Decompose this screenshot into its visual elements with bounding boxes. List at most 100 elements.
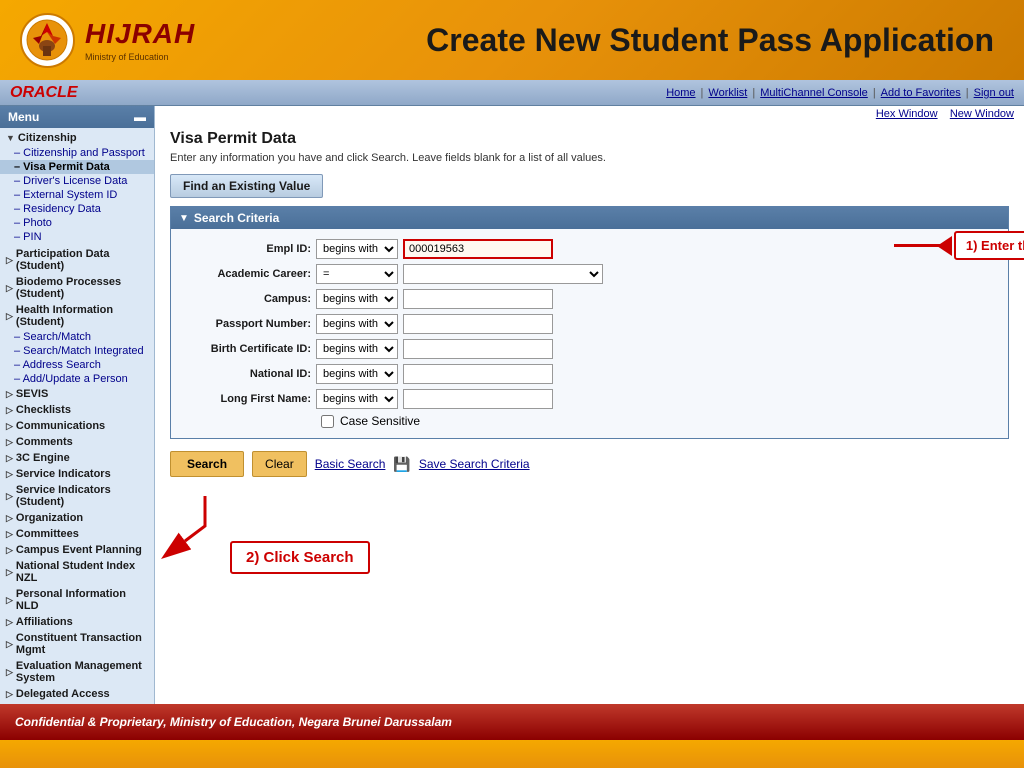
basic-search-link[interactable]: Basic Search (315, 457, 386, 471)
sidebar-item-notifications[interactable]: Notifications (0, 702, 154, 704)
hex-window-link[interactable]: Hex Window (876, 108, 938, 120)
sidebar-item-residency[interactable]: – Residency Data (0, 202, 154, 216)
expand-sevis-icon: ▷ (6, 389, 13, 400)
sidebar-item-drivers-license[interactable]: – Driver's License Data (0, 174, 154, 188)
sidebar-collapse-icon[interactable]: ▬ (134, 110, 146, 124)
sidebar: Menu ▬ ▼ Citizenship – Citizenship and P… (0, 106, 155, 704)
sidebar-item-comments[interactable]: ▷ Comments (0, 434, 154, 450)
callout-1-container: 1) Enter the Student ID (894, 231, 1024, 260)
expand-checklists-icon: ▷ (6, 405, 13, 416)
long-first-name-operator[interactable]: begins with = (316, 389, 398, 409)
academic-career-value[interactable] (403, 264, 603, 284)
sidebar-item-organization[interactable]: ▷ Organization (0, 510, 154, 526)
sidebar-item-citizenship[interactable]: ▼ Citizenship (0, 130, 154, 146)
sidebar-item-committees[interactable]: ▷ Committees (0, 526, 154, 542)
campus-label: Campus: (181, 293, 311, 305)
collapse-triangle-icon[interactable]: ▼ (179, 213, 189, 224)
campus-operator[interactable]: begins with = (316, 289, 398, 309)
expand-affiliations-icon: ▷ (6, 617, 13, 628)
sidebar-item-service-indicators-student[interactable]: ▷ Service Indicators (Student) (0, 482, 154, 510)
page-title: Visa Permit Data (170, 130, 1009, 148)
sidebar-item-external-system[interactable]: – External System ID (0, 188, 154, 202)
content-area: Hex Window New Window Visa Permit Data E… (155, 106, 1024, 704)
sidebar-item-address-search[interactable]: – Address Search (0, 358, 154, 372)
sidebar-item-campus-event[interactable]: ▷ Campus Event Planning (0, 542, 154, 558)
clear-button[interactable]: Clear (252, 451, 307, 477)
bottom-text: Confidential & Proprietary, Ministry of … (15, 715, 452, 729)
search-criteria-body: Empl ID: begins with = contains (171, 229, 1008, 438)
sidebar-item-search-match-integrated[interactable]: – Search/Match Integrated (0, 344, 154, 358)
sidebar-item-personal-info-nld[interactable]: ▷ Personal Information NLD (0, 586, 154, 614)
campus-input[interactable] (403, 289, 553, 309)
sidebar-menu-label: Menu (8, 110, 39, 124)
long-first-name-input[interactable] (403, 389, 553, 409)
case-sensitive-checkbox[interactable] (321, 415, 334, 428)
empl-id-input[interactable] (403, 239, 553, 259)
callout-2-container: 2) Click Search (180, 496, 240, 551)
sidebar-item-affiliations[interactable]: ▷ Affiliations (0, 614, 154, 630)
sidebar-item-pin[interactable]: – PIN (0, 230, 154, 244)
sidebar-item-sevis[interactable]: ▷ SEVIS (0, 386, 154, 402)
birth-cert-operator[interactable]: begins with = (316, 339, 398, 359)
expand-citizenship-icon: ▼ (6, 133, 15, 143)
sidebar-item-constituent[interactable]: ▷ Constituent Transaction Mgmt (0, 630, 154, 658)
sidebar-item-citizenship-passport[interactable]: – Citizenship and Passport (0, 146, 154, 160)
national-id-input[interactable] (403, 364, 553, 384)
passport-input[interactable] (403, 314, 553, 334)
nav-favorites[interactable]: Add to Favorites (881, 87, 961, 99)
page-description: Enter any information you have and click… (170, 152, 1009, 164)
nav-signout[interactable]: Sign out (974, 87, 1014, 99)
sidebar-section-citizenship: ▼ Citizenship – Citizenship and Passport… (0, 128, 154, 246)
nav-worklist[interactable]: Worklist (708, 87, 747, 99)
search-button[interactable]: Search (170, 451, 244, 477)
sidebar-item-3c-engine[interactable]: ▷ 3C Engine (0, 450, 154, 466)
bottom-bar: Confidential & Proprietary, Ministry of … (0, 704, 1024, 740)
save-search-link[interactable]: Save Search Criteria (419, 457, 530, 471)
sidebar-item-visa-permit[interactable]: – Visa Permit Data (0, 160, 154, 174)
national-id-operator[interactable]: begins with = (316, 364, 398, 384)
sidebar-item-checklists[interactable]: ▷ Checklists (0, 402, 154, 418)
academic-career-row: Academic Career: = begins with (181, 264, 998, 284)
empl-id-operator[interactable]: begins with = contains (316, 239, 398, 259)
content-inner: Visa Permit Data Enter any information y… (155, 122, 1024, 485)
sidebar-item-communications[interactable]: ▷ Communications (0, 418, 154, 434)
long-first-name-row: Long First Name: begins with = (181, 389, 998, 409)
nav-multichannel[interactable]: MultiChannel Console (760, 87, 868, 99)
logo-subtext: Ministry of Education (85, 52, 195, 62)
sidebar-item-national-student[interactable]: ▷ National Student Index NZL (0, 558, 154, 586)
campus-row: Campus: begins with = (181, 289, 998, 309)
action-buttons: Search Clear Basic Search 💾 Save Search … (170, 451, 1009, 477)
sidebar-item-add-update-person[interactable]: – Add/Update a Person (0, 372, 154, 386)
sidebar-item-photo[interactable]: – Photo (0, 216, 154, 230)
citizenship-label: Citizenship (18, 132, 77, 144)
expand-committees-icon: ▷ (6, 529, 13, 540)
birth-cert-input[interactable] (403, 339, 553, 359)
expand-service-ind-icon: ▷ (6, 469, 13, 480)
sidebar-item-search-match[interactable]: – Search/Match (0, 330, 154, 344)
nav-home[interactable]: Home (666, 87, 695, 99)
empl-id-label: Empl ID: (181, 243, 311, 255)
new-window-link[interactable]: New Window (950, 108, 1014, 120)
academic-career-operator[interactable]: = begins with (316, 264, 398, 284)
sidebar-item-evaluation[interactable]: ▷ Evaluation Management System (0, 658, 154, 686)
find-existing-button[interactable]: Find an Existing Value (170, 174, 323, 198)
expand-evaluation-icon: ▷ (6, 667, 13, 678)
sidebar-item-biodemo[interactable]: ▷ Biodemo Processes (Student) (0, 274, 154, 302)
expand-communications-icon: ▷ (6, 421, 13, 432)
birth-cert-row: Birth Certificate ID: begins with = (181, 339, 998, 359)
sidebar-item-health[interactable]: ▷ Health Information (Student) (0, 302, 154, 330)
sidebar-item-delegated[interactable]: ▷ Delegated Access (0, 686, 154, 702)
expand-health-icon: ▷ (6, 311, 13, 322)
expand-personal-info-icon: ▷ (6, 595, 13, 606)
academic-career-label: Academic Career: (181, 268, 311, 280)
callout-1-text: 1) Enter the Student ID (954, 231, 1024, 260)
logo-brand: HIJRAH (85, 18, 195, 50)
birth-cert-label: Birth Certificate ID: (181, 343, 311, 355)
sidebar-item-service-indicators[interactable]: ▷ Service Indicators (0, 466, 154, 482)
passport-operator[interactable]: begins with = (316, 314, 398, 334)
expand-constituent-icon: ▷ (6, 639, 13, 650)
expand-org-icon: ▷ (6, 513, 13, 524)
callout-2-text: 2) Click Search (230, 541, 370, 574)
footer-bar (0, 740, 1024, 768)
sidebar-item-participation[interactable]: ▷ Participation Data (Student) (0, 246, 154, 274)
